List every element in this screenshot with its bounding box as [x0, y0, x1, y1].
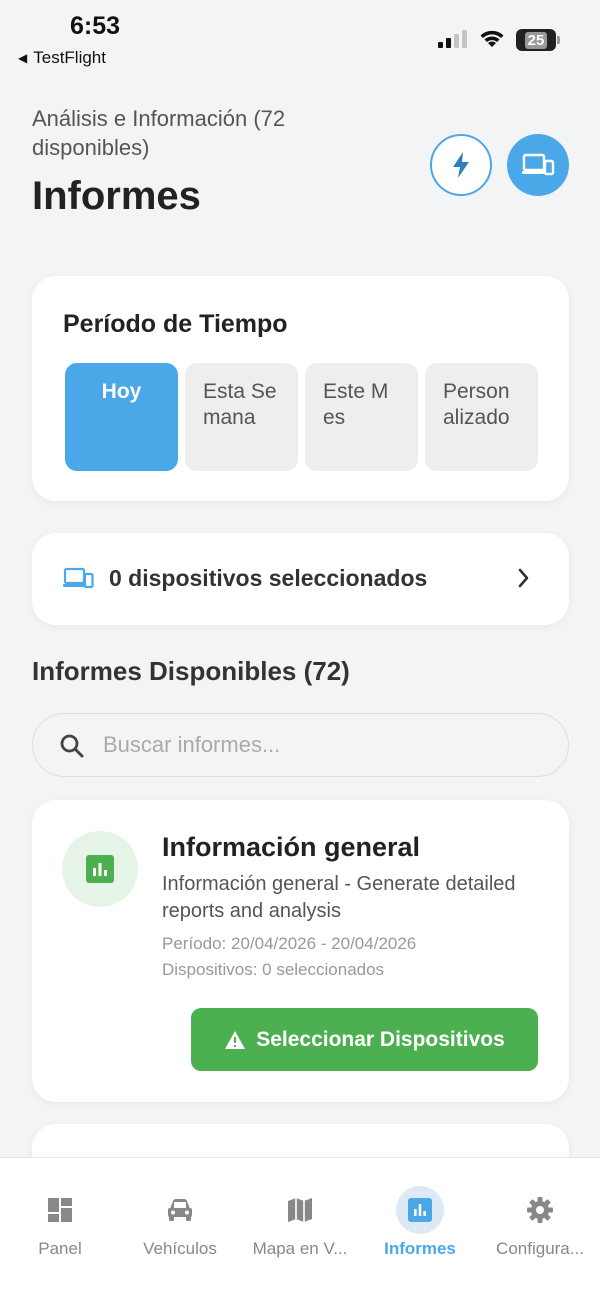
- chevron-right-icon: [518, 568, 529, 588]
- report-devices: Dispositivos: 0 seleccionados: [162, 960, 385, 979]
- available-reports-title: Informes Disponibles (72): [32, 656, 350, 686]
- dashboard-icon: [36, 1186, 84, 1234]
- tab-label: Configura...: [496, 1239, 584, 1258]
- battery-level: 25: [524, 31, 548, 49]
- map-icon: [276, 1186, 324, 1234]
- tab-label: Panel: [38, 1239, 82, 1258]
- period-option-this-week[interactable]: Esta Semana: [185, 363, 298, 471]
- search-icon: [60, 734, 84, 758]
- devices-icon: [522, 153, 555, 176]
- back-to-app-link[interactable]: ◀ TestFlight: [18, 48, 106, 68]
- select-devices-button[interactable]: Seleccionar Dispositivos: [191, 1008, 538, 1071]
- devices-button[interactable]: [507, 134, 569, 196]
- search-bar[interactable]: [32, 713, 569, 777]
- tab-vehicles[interactable]: Vehículos: [120, 1158, 240, 1299]
- lightning-icon: [453, 152, 469, 178]
- page-title: Informes: [32, 174, 201, 218]
- time-period-card: Período de Tiempo Hoy Esta Semana Este M…: [32, 276, 569, 501]
- period-option-today[interactable]: Hoy: [65, 363, 178, 471]
- tab-label: Informes: [384, 1239, 456, 1258]
- tab-label: Vehículos: [143, 1239, 217, 1258]
- car-icon: [156, 1186, 204, 1234]
- clock: 6:53: [70, 12, 121, 40]
- selected-devices-label: 0 dispositivos seleccionados: [109, 565, 428, 591]
- cellular-signal-icon: [438, 30, 467, 48]
- time-period-options: Hoy Esta Semana Este Mes Personalizado: [65, 363, 538, 471]
- bottom-tab-bar: Panel Vehículos Mapa en V... Informes Co…: [0, 1157, 600, 1299]
- period-option-this-month[interactable]: Este Mes: [305, 363, 418, 471]
- warning-icon: [225, 1030, 246, 1049]
- devices-icon: [63, 567, 94, 589]
- tab-panel[interactable]: Panel: [0, 1158, 120, 1299]
- search-input[interactable]: [103, 714, 543, 775]
- tab-live-map[interactable]: Mapa en V...: [240, 1158, 360, 1299]
- report-icon-badge: [62, 831, 138, 907]
- bar-chart-icon: [396, 1186, 444, 1234]
- tab-settings[interactable]: Configura...: [480, 1158, 600, 1299]
- wifi-icon: [480, 30, 504, 47]
- quick-actions-button[interactable]: [430, 134, 492, 196]
- tab-reports[interactable]: Informes: [360, 1158, 480, 1299]
- report-card[interactable]: Información general Información general …: [32, 800, 569, 1102]
- select-devices-label: Seleccionar Dispositivos: [256, 1027, 505, 1051]
- report-period: Período: 20/04/2026 - 20/04/2026: [162, 934, 417, 953]
- page-subtitle: Análisis e Información (72 disponibles): [32, 106, 286, 160]
- bar-chart-icon: [86, 855, 114, 883]
- gear-icon: [516, 1186, 564, 1234]
- report-title: Información general: [162, 832, 421, 862]
- time-period-title: Período de Tiempo: [63, 310, 288, 338]
- device-selector[interactable]: 0 dispositivos seleccionados: [32, 533, 569, 625]
- battery-icon: 25: [516, 29, 560, 51]
- back-app-label: TestFlight: [33, 48, 106, 67]
- report-description: Información general - Generate detailed …: [162, 873, 516, 922]
- period-option-custom[interactable]: Personalizado: [425, 363, 538, 471]
- tab-label: Mapa en V...: [252, 1239, 348, 1258]
- back-triangle-icon: ◀: [18, 51, 28, 65]
- status-bar: 6:53 ◀ TestFlight 25: [0, 0, 600, 80]
